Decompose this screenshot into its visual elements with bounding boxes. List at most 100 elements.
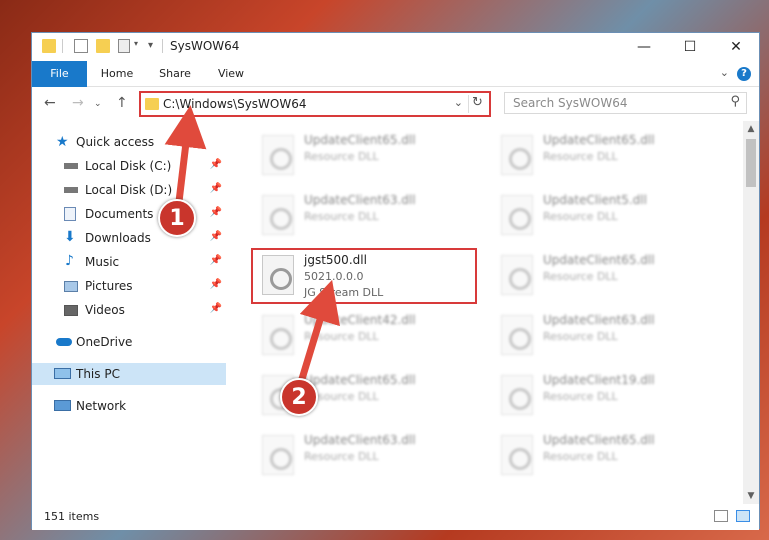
help-icon[interactable]: ? <box>737 67 751 81</box>
item-count: 151 items <box>44 510 100 523</box>
sidebar-item-label: Videos <box>85 303 125 317</box>
file-type: Resource DLL <box>304 210 379 223</box>
download-icon: ⬇ <box>64 229 76 245</box>
back-arrow-icon[interactable]: ← <box>44 95 56 111</box>
sidebar-item-music[interactable]: ♪ Music 📌 <box>32 251 226 273</box>
file-tile[interactable]: UpdateClient65.dll Resource DLL <box>254 129 479 185</box>
forward-arrow-icon[interactable]: → <box>72 95 84 111</box>
file-tile[interactable]: UpdateClient42.dll Resource DLL <box>254 309 479 365</box>
search-icon[interactable]: ⚲ <box>730 94 740 109</box>
toolbar-dropdown-icon[interactable]: ▾ <box>148 40 153 51</box>
file-tile[interactable]: UpdateClient65.dll Resource DLL <box>493 249 718 305</box>
sidebar-item-pictures[interactable]: Pictures 📌 <box>32 275 226 297</box>
file-name: UpdateClient65.dll <box>543 433 655 447</box>
dll-file-icon <box>262 315 294 355</box>
sidebar-item-onedrive[interactable]: OneDrive <box>32 331 226 353</box>
music-icon: ♪ <box>65 253 74 269</box>
sidebar-item-local-disk-c[interactable]: Local Disk (C:) 📌 <box>32 155 226 177</box>
file-name: UpdateClient65.dll <box>543 133 655 147</box>
tab-share[interactable]: Share <box>152 61 198 87</box>
file-type: Resource DLL <box>543 390 618 403</box>
file-type: Resource DLL <box>543 150 618 163</box>
minimize-button[interactable]: — <box>621 33 667 61</box>
sidebar-item-documents[interactable]: Documents 📌 <box>32 203 226 225</box>
dll-file-icon <box>501 135 533 175</box>
vertical-scrollbar[interactable]: ▲ ▼ <box>743 121 759 504</box>
pin-icon[interactable]: 📌 <box>210 303 222 314</box>
folder-icon <box>145 98 159 110</box>
file-tile[interactable]: UpdateClient63.dll Resource DLL <box>493 309 718 365</box>
videos-icon <box>64 305 78 316</box>
pin-icon[interactable]: 📌 <box>210 159 222 170</box>
close-button[interactable]: ✕ <box>713 33 759 61</box>
sidebar-item-label: OneDrive <box>76 335 133 349</box>
up-arrow-icon[interactable]: ↑ <box>116 95 128 111</box>
scrollbar-thumb[interactable] <box>746 139 756 187</box>
file-tile[interactable]: UpdateClient19.dll Resource DLL <box>493 369 718 425</box>
file-tile[interactable]: UpdateClient5.dll Resource DLL <box>493 189 718 245</box>
documents-icon <box>64 207 76 221</box>
customize-toolbar-chevron-icon[interactable]: ▾ <box>134 39 138 48</box>
file-type: Resource DLL <box>543 330 618 343</box>
tab-file[interactable]: File <box>32 61 87 87</box>
ribbon: File Home Share View ⌄ ? <box>32 61 759 87</box>
pin-icon[interactable]: 📌 <box>210 255 222 266</box>
sidebar-item-label: Downloads <box>85 231 151 245</box>
properties-icon[interactable] <box>74 39 88 53</box>
pin-icon[interactable]: 📌 <box>210 183 222 194</box>
sidebar-item-downloads[interactable]: ⬇ Downloads 📌 <box>32 227 226 249</box>
scroll-down-icon[interactable]: ▼ <box>743 488 759 504</box>
file-name: UpdateClient65.dll <box>304 373 416 387</box>
tab-home[interactable]: Home <box>94 61 140 87</box>
network-icon <box>54 400 71 411</box>
file-type: Resource DLL <box>543 270 618 283</box>
sidebar-item-quick-access[interactable]: ★ Quick access <box>32 131 226 153</box>
pin-icon[interactable]: 📌 <box>210 207 222 218</box>
sidebar-item-network[interactable]: Network <box>32 395 226 417</box>
file-type: Resource DLL <box>543 450 618 463</box>
file-tile[interactable]: UpdateClient65.dll Resource DLL <box>493 129 718 185</box>
folder-icon <box>42 39 56 53</box>
maximize-button[interactable]: ☐ <box>667 33 713 61</box>
sidebar-item-label: Documents <box>85 207 154 221</box>
new-folder-icon[interactable] <box>96 39 110 53</box>
computer-icon <box>54 368 71 379</box>
file-name: UpdateClient63.dll <box>543 313 655 327</box>
sidebar-item-this-pc[interactable]: This PC <box>32 363 226 385</box>
dll-file-icon <box>501 195 533 235</box>
file-type: Resource DLL <box>543 210 618 223</box>
sidebar-item-label: This PC <box>76 367 120 381</box>
refresh-icon[interactable]: ↻ <box>468 95 486 113</box>
details-view-icon[interactable] <box>714 510 728 522</box>
address-dropdown-chevron-icon[interactable]: ⌄ <box>454 96 463 109</box>
file-tile[interactable]: UpdateClient65.dll Resource DLL <box>493 429 718 485</box>
star-icon: ★ <box>56 134 69 150</box>
drive-icon <box>64 187 78 193</box>
file-tile[interactable]: UpdateClient63.dll Resource DLL <box>254 429 479 485</box>
dll-file-icon <box>501 255 533 295</box>
recent-locations-chevron-icon[interactable]: ⌄ <box>94 99 102 109</box>
sidebar-item-label: Quick access <box>76 135 155 149</box>
status-bar: 151 items <box>32 504 759 530</box>
search-input[interactable]: Search SysWOW64 ⚲ <box>504 92 747 114</box>
large-icons-view-icon[interactable] <box>736 510 750 522</box>
address-bar[interactable]: C:\Windows\SysWOW64 ⌄ ↻ <box>139 91 491 117</box>
sidebar-item-local-disk-d[interactable]: Local Disk (D:) 📌 <box>32 179 226 201</box>
pin-icon[interactable]: 📌 <box>210 231 222 242</box>
tab-view[interactable]: View <box>208 61 254 87</box>
file-name: UpdateClient5.dll <box>543 193 647 207</box>
step-1-badge: 1 <box>158 199 196 237</box>
pin-icon[interactable]: 📌 <box>210 279 222 290</box>
file-tile[interactable]: UpdateClient63.dll Resource DLL <box>254 189 479 245</box>
address-path[interactable]: C:\Windows\SysWOW64 <box>163 97 307 111</box>
sidebar-item-videos[interactable]: Videos 📌 <box>32 299 226 321</box>
file-name: UpdateClient42.dll <box>304 313 416 327</box>
dll-file-icon <box>262 195 294 235</box>
file-type: Resource DLL <box>304 330 379 343</box>
scroll-up-icon[interactable]: ▲ <box>743 121 759 137</box>
expand-ribbon-chevron-icon[interactable]: ⌄ <box>720 66 729 79</box>
divider <box>162 39 163 53</box>
view-details-icon[interactable] <box>118 39 130 53</box>
search-placeholder: Search SysWOW64 <box>513 96 628 110</box>
file-name: UpdateClient65.dll <box>543 253 655 267</box>
